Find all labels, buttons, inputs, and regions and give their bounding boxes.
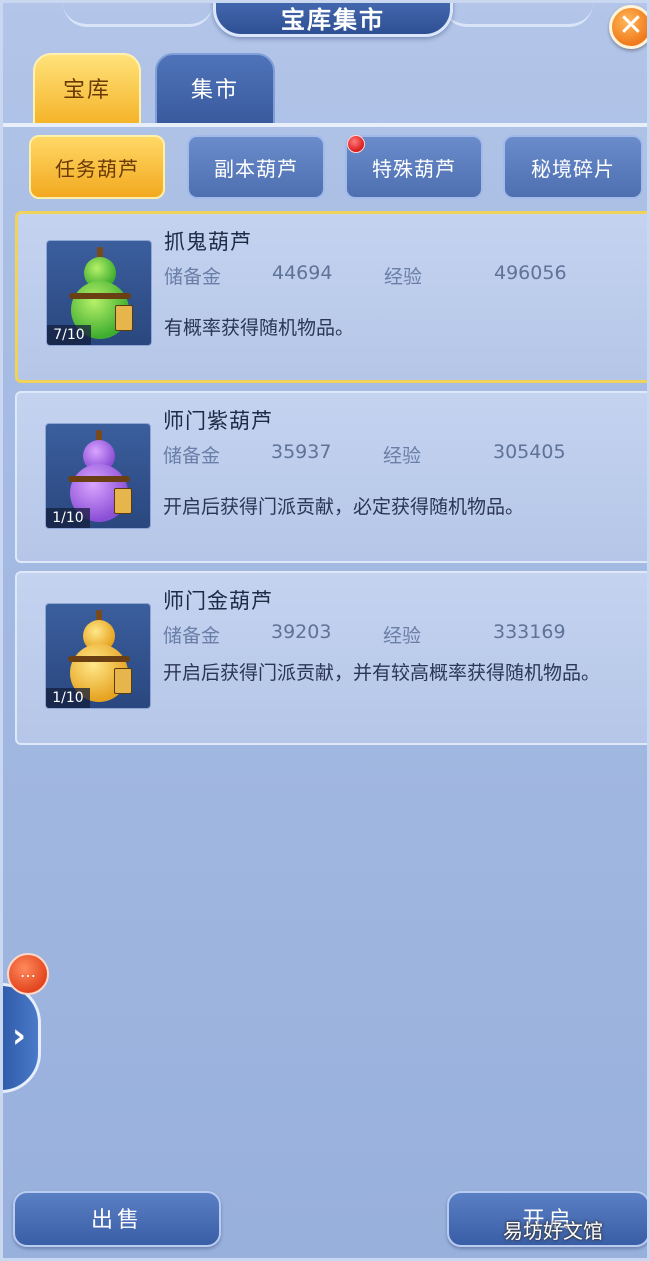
exp-value: 305405: [493, 441, 566, 463]
reserve-label: 储备金: [164, 266, 222, 288]
subtab-special-gourd[interactable]: 特殊葫芦: [345, 135, 483, 199]
title-ornament-right: [443, 3, 593, 27]
item-name: 抓鬼葫芦: [164, 230, 252, 254]
ellipsis-icon: …: [20, 962, 36, 981]
chevron-right-icon: ›: [11, 1016, 26, 1056]
tab-market[interactable]: 集市: [155, 53, 275, 125]
subtab-task-gourd[interactable]: 任务葫芦: [29, 135, 165, 199]
list-item[interactable]: 1/10 师门金葫芦 储备金 39203 经验 333169 开启后获得门派贡献…: [15, 571, 647, 745]
watermark: 易坊好文馆: [503, 1219, 603, 1243]
notification-badge: [347, 135, 365, 153]
exp-label: 经验: [383, 625, 422, 647]
game-window: 宝库集市 ✕ 宝库 集市 任务葫芦 副本葫芦 特殊葫芦 秘境碎片 7/10 抓鬼…: [0, 0, 650, 1261]
item-description: 开启后获得门派贡献，必定获得随机物品。: [163, 496, 525, 518]
close-button[interactable]: ✕: [609, 5, 647, 49]
side-expand-handle[interactable]: ›: [3, 983, 41, 1093]
tab-vault[interactable]: 宝库: [33, 53, 141, 125]
more-options-button[interactable]: …: [7, 953, 49, 995]
tab-divider: [3, 123, 647, 127]
list-item[interactable]: 7/10 抓鬼葫芦 储备金 44694 经验 496056 有概率获得随机物品。: [15, 211, 647, 383]
exp-value: 333169: [493, 621, 566, 643]
reserve-label: 储备金: [163, 625, 221, 647]
reserve-value: 35937: [271, 441, 332, 463]
item-description: 有概率获得随机物品。: [164, 317, 355, 339]
reserve-value: 44694: [272, 262, 333, 284]
item-count: 1/10: [46, 688, 90, 708]
exp-value: 496056: [494, 262, 567, 284]
list-item[interactable]: 1/10 师门紫葫芦 储备金 35937 经验 305405 开启后获得门派贡献…: [15, 391, 647, 563]
item-count: 1/10: [46, 508, 90, 528]
gourd-gold-icon: 1/10: [45, 603, 151, 709]
sell-button[interactable]: 出售: [13, 1191, 221, 1247]
close-icon: ✕: [618, 8, 644, 43]
item-description: 开启后获得门派贡献，并有较高概率获得随机物品。: [163, 662, 601, 684]
reserve-label: 储备金: [163, 445, 221, 467]
gourd-purple-icon: 1/10: [45, 423, 151, 529]
reserve-value: 39203: [271, 621, 332, 643]
item-count: 7/10: [47, 325, 91, 345]
exp-label: 经验: [383, 445, 422, 467]
page-title: 宝库集市: [213, 3, 453, 37]
exp-label: 经验: [384, 266, 423, 288]
subtab-secret-fragment[interactable]: 秘境碎片: [503, 135, 643, 199]
subtab-dungeon-gourd[interactable]: 副本葫芦: [187, 135, 325, 199]
title-ornament-left: [63, 3, 213, 27]
item-name: 师门金葫芦: [163, 589, 273, 613]
item-name: 师门紫葫芦: [163, 409, 273, 433]
gourd-green-icon: 7/10: [46, 240, 152, 346]
